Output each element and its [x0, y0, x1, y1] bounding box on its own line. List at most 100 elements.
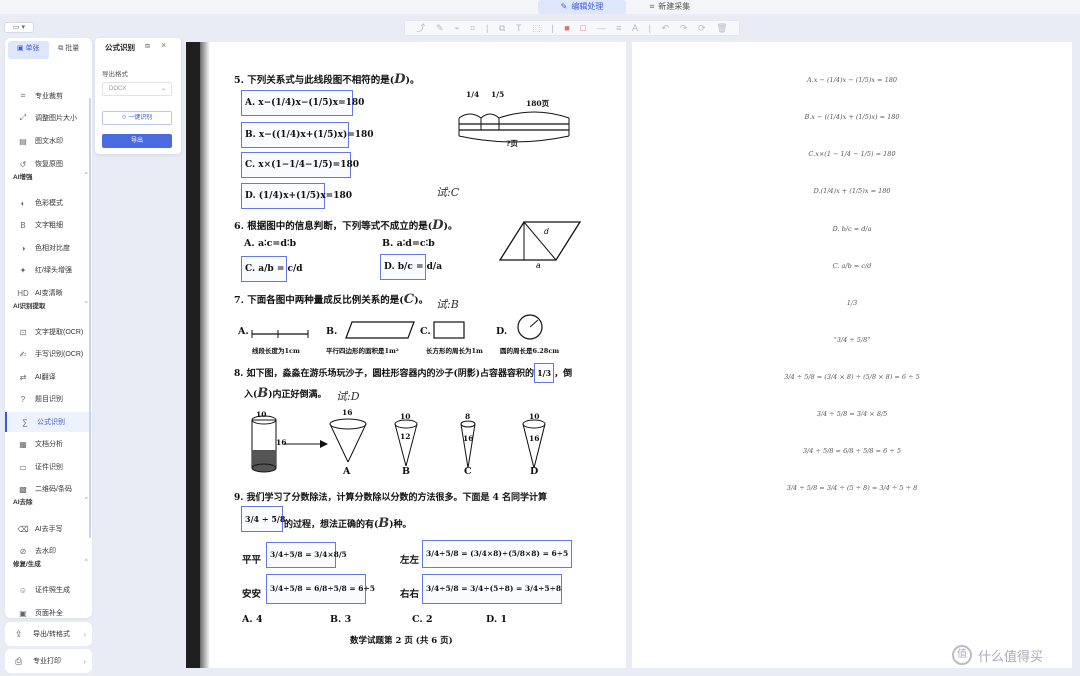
sidebar-item-label: 公式识别	[37, 419, 65, 426]
sidebar-item-crop[interactable]: ⌗ 专业裁剪	[5, 86, 92, 106]
q8-num-5: 12	[400, 432, 411, 441]
sidebar-item-handwriting[interactable]: ✍ 手写识别(OCR)	[5, 344, 92, 364]
sidebar-item-id-photo[interactable]: ☺ 证件照生成	[5, 580, 92, 600]
sidebar-item-palette[interactable]: ◐ 色彩模式	[5, 193, 92, 213]
sidebar-item-label: 恢复原图	[35, 161, 63, 168]
pen-icon[interactable]: ✎	[436, 21, 444, 35]
translate-icon: ⇄	[19, 372, 27, 382]
line-icon[interactable]: —	[596, 21, 605, 35]
sidebar-item-page-fill[interactable]: ▣ 页面补全	[5, 603, 92, 623]
id-photo-icon: ☺	[18, 585, 28, 595]
result-formula-11[interactable]: 3/4 ÷ 5/8 = 6/8 ÷ 5/8 = 6 ÷ 5	[632, 447, 1072, 455]
border-red-icon[interactable]: □	[580, 21, 585, 35]
text-icon[interactable]: T	[516, 21, 522, 35]
result-formula-5[interactable]: D. b/c = d/a	[632, 225, 1072, 233]
formula-box-q5-b[interactable]: B. x−((1/4)x+(1/5)x)=180	[241, 122, 374, 148]
font-size-icon[interactable]: A	[632, 21, 638, 35]
result-formula-2[interactable]: B.x − ((1/4)x + (1/5)x) = 180	[632, 113, 1072, 121]
result-formula-8[interactable]: “3/4 ÷ 5/8”	[632, 336, 1072, 344]
result-formula-12[interactable]: 3/4 ÷ 5/8 = 3/4 ÷ (5 ÷ 8) = 3/4 ÷ 5 ÷ 8	[632, 484, 1072, 492]
tab-batch[interactable]: ⧉ 批量	[49, 41, 90, 59]
line-style-icon[interactable]: ≡	[616, 21, 621, 35]
q6-option-a: A. a∶c=d∶b	[244, 238, 297, 249]
sidebar-item-label: 手写识别(OCR)	[35, 351, 84, 358]
nav-scrollbar[interactable]	[89, 98, 91, 538]
sidebar-item-document[interactable]: ▦ 文档分析	[5, 434, 92, 454]
tab-edit[interactable]: ✎ 编辑处理	[538, 0, 626, 14]
formula-box-q9-2[interactable]: 3/4÷5/8 = (3/4×8)÷(5/8×8) = 6÷5	[422, 540, 572, 568]
fill-red-icon[interactable]: ■	[564, 21, 569, 35]
tab-single[interactable]: ▣ 单张	[8, 41, 49, 59]
refresh-icon[interactable]: ⟳	[698, 21, 706, 35]
result-formula-9[interactable]: 3/4 ÷ 5/8 = (3/4 × 8) ÷ (5/8 × 8) = 6 ÷ …	[632, 373, 1072, 381]
mode-tabs: ✎ 编辑处理 ⌗ 新建采集	[538, 0, 714, 14]
result-formula-7[interactable]: 1/3	[632, 299, 1072, 307]
sidebar-item-question[interactable]: ? 题目识别	[5, 389, 92, 409]
highlighter-icon[interactable]: ⌁	[454, 21, 459, 35]
panel-title: 公式识别	[105, 43, 135, 52]
q6-text: 6. 根据图中的信息判断，下列等式不成立的是(D)。	[234, 218, 458, 233]
export-button[interactable]: 导出	[102, 134, 172, 148]
sidebar-item-ocr[interactable]: ⊡ 文字提取(OCR)	[5, 322, 92, 342]
nav-section-header[interactable]: AI去除 ⌃	[13, 496, 89, 506]
sidebar-item-watermark[interactable]: ▤ 图文水印	[5, 131, 92, 151]
pro-print-button[interactable]: ⎙ 专业打印 ›	[5, 649, 92, 673]
formula-box-q5-c[interactable]: C. x×(1−1/4−1/5)=180	[241, 152, 359, 178]
scan-shadow-edge	[186, 42, 200, 668]
tab-new-capture[interactable]: ⌗ 新建采集	[626, 0, 714, 14]
sidebar-item-label: 红/绿头增强	[35, 267, 72, 274]
edit-icon: ✎	[560, 2, 568, 11]
nav-section-header[interactable]: 修复/生成 ⌃	[13, 558, 89, 568]
sidebar-item-label: 文字粗细	[35, 222, 63, 229]
sidebar-item-contrast[interactable]: ◑ 色相对比度	[5, 238, 92, 258]
delete-icon[interactable]: 🗑	[716, 21, 727, 35]
redo-icon[interactable]: ↷	[680, 21, 688, 35]
sidebar-item-formula[interactable]: ∑ 公式识别	[5, 412, 92, 432]
sidebar-item-label: 题目识别	[35, 396, 63, 403]
formula-box-q9-1[interactable]: 3/4÷5/8 = 3/4×8/5	[266, 542, 347, 568]
q9-opt-b: B. 3	[330, 614, 352, 625]
nav-section-header[interactable]: AI增强 ⌃	[13, 171, 89, 181]
result-formula-3[interactable]: C.x×(1 − 1/4 − 1/5) = 180	[632, 150, 1072, 158]
format-select[interactable]: DOCX ⌄	[102, 82, 172, 96]
nav-section-header[interactable]: AI识别提取 ⌃	[13, 300, 89, 310]
q8-num-6: 8	[465, 412, 471, 421]
formula-box-q6-c[interactable]: C. a/b = c/d	[241, 256, 303, 282]
formula-box-q5-a[interactable]: A. x−(1/4)x−(1/5)x=180	[241, 90, 364, 116]
formula-box-q9-4[interactable]: 3/4÷5/8 = 3/4÷(5÷8) = 3/4÷5÷8	[422, 574, 562, 604]
window-menu-chip[interactable]: ▭ ▾	[4, 22, 34, 33]
expand-icon[interactable]: ⧈	[145, 41, 150, 51]
sidebar-item-enhance[interactable]: ✦ 红/绿头增强	[5, 260, 92, 280]
result-formula-6[interactable]: C. a/b = c/d	[632, 262, 1072, 270]
sidebar-item-label: 二维码/条码	[35, 486, 72, 493]
result-page[interactable]: A.x − (1/4)x − (1/5)x = 180 B.x − ((1/4)…	[632, 42, 1072, 668]
paint-icon[interactable]: ⬚	[532, 21, 541, 35]
q7-fig-d-caption: 圆的周长是6.28cm	[500, 347, 560, 355]
q8-num-1: 10	[256, 410, 267, 419]
formula-box-q9-3[interactable]: 3/4÷5/8 = 6/8÷5/8 = 6÷5	[266, 574, 375, 604]
formula-icon: ∑	[22, 417, 28, 427]
crop-icon[interactable]: ⌗	[470, 21, 475, 35]
formula-box-q9-prompt[interactable]: 3/4 ÷ 5/8	[241, 506, 285, 532]
sidebar-item-eraser[interactable]: ⌫ AI去手写	[5, 519, 92, 539]
undo-icon[interactable]: ↶	[662, 21, 670, 35]
result-formula-4[interactable]: D.(1/4)x + (1/5)x = 180	[632, 187, 1072, 195]
result-formula-1[interactable]: A.x − (1/4)x − (1/5)x = 180	[632, 76, 1072, 84]
sidebar-item-resize[interactable]: ⤢ 调整图片大小	[5, 108, 92, 128]
cursor-icon[interactable]: ⤴	[416, 21, 425, 35]
q5-text: 5. 下列关系式与此线段图不相符的是(D)。	[234, 72, 420, 87]
close-icon[interactable]: ×	[161, 40, 166, 50]
export-convert-button[interactable]: ⇪ 导出/转格式 ›	[5, 622, 92, 646]
sidebar-item-label: 图文水印	[35, 138, 63, 145]
sidebar-item-label: 文档分析	[35, 441, 63, 448]
sidebar-item-idcard[interactable]: ▭ 证件识别	[5, 457, 92, 477]
formula-box-q6-d[interactable]: D. b/c = d/a	[380, 254, 442, 280]
q5-diagram-label: 180页	[526, 99, 550, 108]
recognize-button[interactable]: ⟐ 一键识别	[102, 111, 172, 125]
sidebar-item-translate[interactable]: ⇄ AI翻译	[5, 367, 92, 387]
formula-box-q5-d[interactable]: D. (1/4)x+(1/5)x=180	[241, 183, 352, 209]
group-icon[interactable]: ⧉	[499, 21, 505, 35]
sidebar-item-bold[interactable]: B 文字粗细	[5, 215, 92, 235]
source-page[interactable]: 5. 下列关系式与此线段图不相符的是(D)。 A. x−(1/4)x−(1/5)…	[186, 42, 626, 668]
result-formula-10[interactable]: 3/4 ÷ 5/8 = 3/4 × 8/5	[632, 410, 1072, 418]
